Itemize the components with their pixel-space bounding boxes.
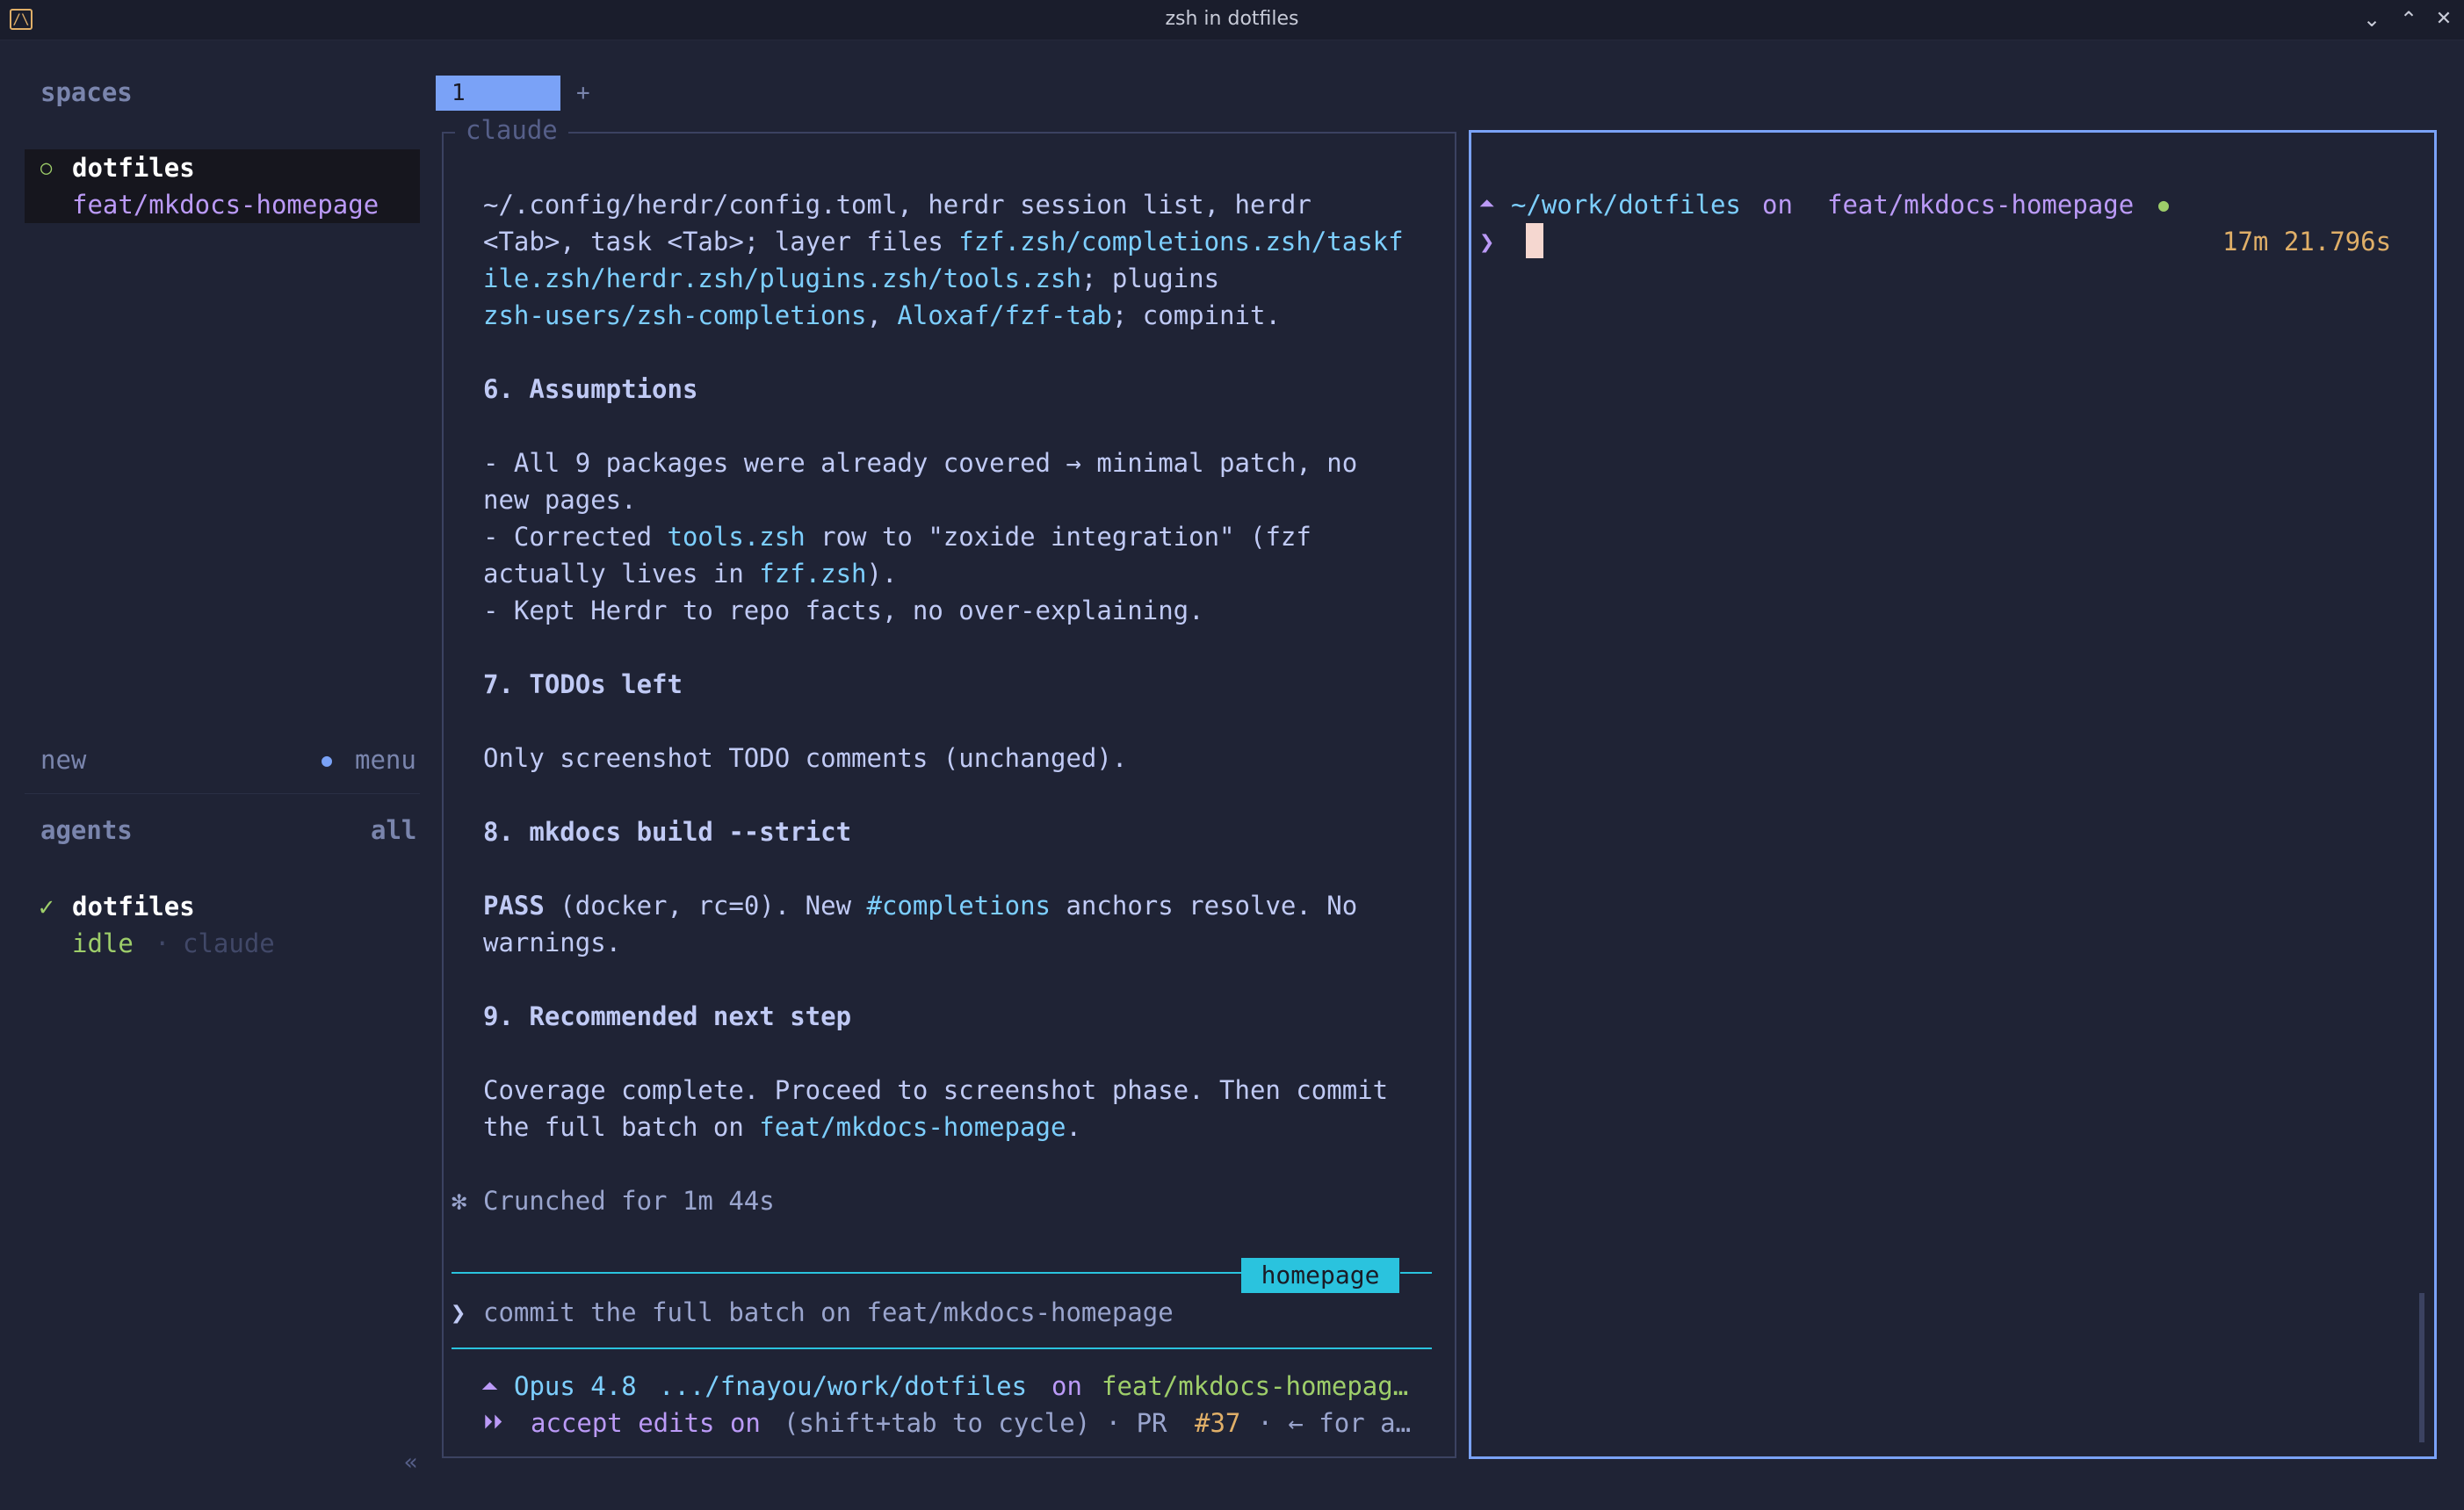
minimize-icon[interactable]: ⌄ bbox=[2358, 5, 2386, 33]
file-ref: ile.zsh/herdr.zsh/plugins.zsh/tools.zsh bbox=[483, 264, 1081, 293]
pass-label: PASS bbox=[483, 891, 545, 921]
title-bar: /\ zsh in dotfiles ⌄ ⌃ ✕ bbox=[0, 0, 2464, 40]
cwd-path: .../fnayou/work/dotfiles bbox=[659, 1371, 1028, 1401]
tab-1[interactable]: 1 bbox=[436, 76, 560, 111]
prompt-input[interactable]: commit the full batch on feat/mkdocs-hom… bbox=[483, 1294, 1174, 1331]
output-line: zsh-users/zsh-completions, Aloxaf/fzf-ta… bbox=[483, 297, 1281, 334]
mode-hint: (shift+tab to cycle) · PR bbox=[784, 1408, 1182, 1438]
zsh-scrollbar[interactable] bbox=[2419, 1293, 2424, 1442]
file-ref: tools.zsh bbox=[667, 522, 806, 552]
output-line: warnings. bbox=[483, 928, 622, 957]
text-run: ~/.config/herdr/config.toml, herdr sessi… bbox=[483, 190, 1311, 220]
git-dirty-icon: ● bbox=[2158, 194, 2170, 215]
section-heading: 6. Assumptions bbox=[483, 374, 698, 404]
agent-done-icon: ✓ bbox=[39, 892, 54, 921]
git-branch: feat/mkdocs-homepag… bbox=[1102, 1371, 1409, 1401]
terminal-cursor[interactable] bbox=[1526, 223, 1543, 258]
space-name: dotfiles bbox=[72, 153, 195, 183]
output-line: <Tab>, task <Tab>; layer files fzf.zsh/c… bbox=[483, 223, 1404, 260]
output-line: Coverage complete. Proceed to screenshot… bbox=[483, 1075, 1389, 1105]
text-run: - Corrected bbox=[483, 522, 668, 552]
agents-all-button[interactable]: all bbox=[371, 815, 416, 845]
close-icon[interactable]: ✕ bbox=[2430, 5, 2458, 33]
agent-tool: claude bbox=[183, 928, 275, 958]
new-space-button[interactable]: new bbox=[40, 741, 86, 778]
window-title: zsh in dotfiles bbox=[1165, 8, 1299, 30]
text-run: actually lives in bbox=[483, 559, 760, 589]
file-ref: fzf.zsh/completions.zsh/taskf bbox=[958, 227, 1404, 256]
input-bottom-separator bbox=[452, 1347, 1432, 1349]
text-run: anchors resolve. No bbox=[1051, 891, 1358, 921]
text-run: <Tab>, task <Tab>; layer files bbox=[483, 227, 959, 256]
section-heading: 8. mkdocs build --strict bbox=[483, 817, 852, 847]
on-label: on bbox=[1051, 1371, 1082, 1401]
text-run: . bbox=[1066, 1112, 1081, 1142]
output-line: Only screenshot TODO comments (unchanged… bbox=[483, 743, 1128, 773]
output-line: - Kept Herdr to repo facts, no over-expl… bbox=[483, 596, 1204, 625]
add-tab-button[interactable]: + bbox=[576, 76, 590, 111]
sidebar-divider bbox=[25, 793, 420, 794]
prompt-branch: feat/mkdocs-homepage bbox=[1827, 190, 2135, 220]
collapse-sidebar-icon[interactable]: « bbox=[404, 1444, 418, 1481]
zsh-pane[interactable] bbox=[1469, 130, 2437, 1459]
branch-badge: homepage bbox=[1241, 1258, 1399, 1293]
file-ref: zsh-users/zsh-completions bbox=[483, 300, 867, 330]
crunch-status: Crunched for 1m 44s bbox=[483, 1186, 775, 1216]
space-status-icon: ○ bbox=[40, 157, 53, 179]
text-run: ; compinit. bbox=[1111, 300, 1281, 330]
input-top-separator bbox=[452, 1272, 1242, 1274]
section-heading: 9. Recommended next step bbox=[483, 1001, 852, 1031]
output-line: new pages. bbox=[483, 485, 637, 515]
model-icon: ⏶ bbox=[481, 1374, 499, 1398]
output-line: - All 9 packages were already covered → … bbox=[483, 448, 1358, 478]
edit-mode[interactable]: accept edits on bbox=[531, 1405, 761, 1441]
text-run: row to "zoxide integration" (fzf bbox=[805, 522, 1311, 552]
text-run: , bbox=[866, 300, 898, 330]
agent-name: dotfiles bbox=[72, 892, 195, 921]
input-prompt-icon: ❯ bbox=[451, 1297, 466, 1327]
prompt-chevron-icon: ❯ bbox=[1479, 227, 1495, 256]
mode-icon: ⏵⏵ bbox=[483, 1412, 503, 1434]
status-trail: · ← for a… bbox=[1242, 1408, 1412, 1438]
output-line: actually lives in fzf.zsh). bbox=[483, 555, 897, 592]
agent-separator: · bbox=[155, 928, 170, 958]
file-ref: Aloxaf/fzf-tab bbox=[897, 300, 1112, 330]
section-heading: 7. TODOs left bbox=[483, 669, 683, 699]
text-run: (docker, rc=0). New bbox=[544, 891, 867, 921]
prompt-path: ~/work/dotfiles bbox=[1511, 190, 1741, 220]
prompt-on-label: on bbox=[1762, 190, 1793, 220]
command-duration: 17m 21.796s bbox=[2222, 227, 2392, 256]
text-run: ). bbox=[866, 559, 898, 589]
anchor-ref: #completions bbox=[866, 891, 1051, 921]
pane-label: claude bbox=[455, 115, 568, 145]
branch-ref: feat/mkdocs-homepage bbox=[759, 1112, 1066, 1142]
text-run: ; plugins bbox=[1080, 264, 1220, 293]
menu-button[interactable]: menu bbox=[355, 741, 416, 778]
output-line: the full batch on feat/mkdocs-homepage. bbox=[483, 1109, 1081, 1145]
file-ref: fzf.zsh bbox=[759, 559, 867, 589]
agent-status: idle bbox=[72, 928, 134, 958]
prompt-os-icon: ⏶ bbox=[1479, 193, 1495, 215]
maximize-icon[interactable]: ⌃ bbox=[2395, 5, 2423, 33]
output-line: ile.zsh/herdr.zsh/plugins.zsh/tools.zsh;… bbox=[483, 260, 1219, 297]
crunch-icon: ✻ bbox=[452, 1186, 467, 1216]
output-line: PASS (docker, rc=0). New #completions an… bbox=[483, 887, 1357, 924]
menu-dot-icon: ● bbox=[322, 749, 333, 770]
model-name: Opus 4.8 bbox=[514, 1371, 637, 1401]
output-line: ~/.config/herdr/config.toml, herdr sessi… bbox=[483, 186, 1311, 223]
space-item-dotfiles[interactable]: ○ dotfiles feat/mkdocs-homepage bbox=[25, 149, 420, 223]
input-top-separator-end bbox=[1400, 1272, 1432, 1274]
text-run: the full batch on bbox=[483, 1112, 760, 1142]
agents-heading: agents bbox=[40, 815, 133, 845]
output-line: - Corrected tools.zsh row to "zoxide int… bbox=[483, 518, 1311, 555]
pr-link[interactable]: #37 bbox=[1195, 1405, 1240, 1441]
space-branch: feat/mkdocs-homepage bbox=[72, 190, 379, 220]
spaces-heading: spaces bbox=[40, 77, 133, 107]
